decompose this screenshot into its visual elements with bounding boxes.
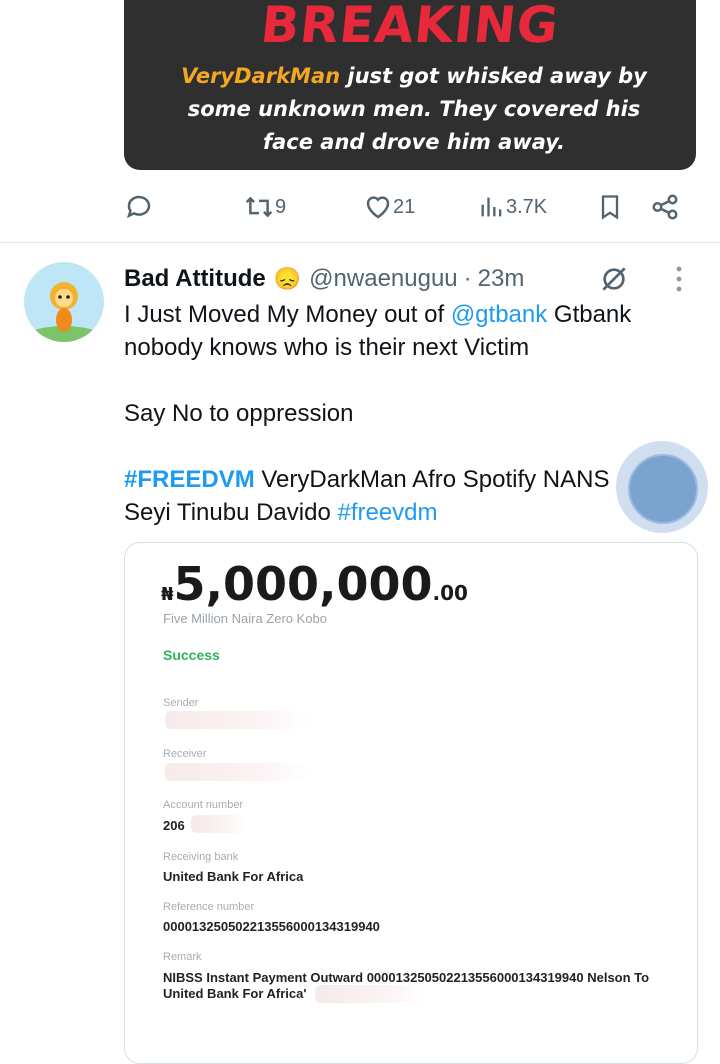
tweet-text-1b: Gtbank [547, 301, 632, 328]
remark-label: Remark [163, 951, 202, 963]
grok-icon [602, 267, 626, 291]
breaking-line1: just got whisked away by [340, 64, 647, 88]
sad-face-emoji: 😞 [273, 266, 302, 291]
tweet-text-2: nobody knows who is their next Victim [124, 334, 530, 361]
author-name[interactable]: Bad Attitude [124, 265, 266, 293]
reference-label: Reference number [163, 901, 255, 913]
receiver-label: Receiver [163, 748, 207, 760]
share-icon [652, 194, 678, 220]
reply-icon [126, 195, 151, 219]
tweet-divider [0, 242, 720, 243]
receipt-image[interactable]: ₦5,000,000.00 Five Million Naira Zero Ko… [124, 542, 698, 1064]
bookmark-button[interactable] [596, 190, 624, 224]
account-label: Account number [163, 799, 244, 811]
views-button[interactable]: 3.7K [478, 190, 547, 224]
account-redacted [191, 815, 247, 833]
tweet-text: I Just Moved My Money out of @gtbank Gtb… [124, 298, 684, 529]
bank-label: Receiving bank [163, 851, 239, 863]
repost-count: 9 [275, 195, 287, 218]
receiver-redacted [165, 763, 309, 781]
repost-icon [245, 196, 273, 218]
hashtag-link-1[interactable]: #FREEDVM [124, 466, 255, 493]
currency-symbol: ₦ [161, 584, 174, 605]
hashtag-link-2[interactable]: #freevdm [337, 499, 437, 526]
breaking-line2: some unknown men. They covered his [187, 97, 641, 121]
mention-link[interactable]: @gtbank [451, 301, 547, 328]
status-text: Success [163, 647, 220, 663]
heart-icon [366, 196, 390, 219]
amount-in-words: Five Million Naira Zero Kobo [163, 611, 328, 626]
author-handle[interactable]: @nwaenuguu [309, 265, 457, 293]
remark-line1: NIBSS Instant Payment Outward 0000132505… [163, 970, 650, 985]
sender-label: Sender [163, 697, 199, 709]
dot-separator: · [463, 265, 472, 292]
bank-value: United Bank For Africa [163, 869, 304, 884]
share-button[interactable] [650, 190, 680, 224]
tweet-text-para2: Say No to oppression [124, 400, 354, 427]
touch-indicator-core [628, 454, 698, 524]
tweet-time[interactable]: 23m [478, 265, 525, 293]
tweet-text-para3: VeryDarkMan Afro Spotify NANS [254, 466, 610, 493]
view-count: 3.7K [506, 195, 548, 218]
breaking-headline: BREAKING [258, 0, 562, 54]
sender-redacted [165, 711, 309, 729]
grok-button[interactable] [598, 263, 630, 300]
breaking-highlight: VeryDarkMan [181, 64, 341, 88]
reply-button[interactable] [124, 190, 154, 224]
repost-button[interactable]: 9 [243, 190, 286, 224]
avatar[interactable] [24, 262, 104, 342]
account-value: 206 [163, 818, 185, 833]
like-button[interactable]: 21 [363, 190, 415, 224]
breaking-news-image[interactable]: BREAKING VeryDarkMan just got whisked aw… [124, 0, 696, 170]
more-vertical-icon [676, 266, 682, 292]
remark-redacted [315, 985, 425, 1003]
breaking-body-text: VeryDarkMan just got whisked away by som… [154, 60, 674, 159]
views-icon [481, 197, 502, 217]
tweet-text-1a: I Just Moved My Money out of [124, 301, 451, 328]
tweet-text-para3-line2: Seyi Tinubu Davido [124, 499, 338, 526]
tweet-header: Bad Attitude 😞 @nwaenuguu · 23m [124, 262, 524, 296]
reference-value: 000013250502213556000134319940 [163, 919, 380, 934]
amount-decimal: .00 [432, 581, 468, 605]
like-count: 21 [393, 195, 416, 218]
bookmark-icon [601, 195, 619, 220]
more-options-button[interactable] [669, 265, 689, 300]
transfer-amount: ₦5,000,000.00 [161, 557, 468, 611]
breaking-line3: face and drove him away. [262, 130, 565, 154]
amount-value: 5,000,000 [173, 557, 433, 611]
remark-line2: United Bank For Africa' [163, 986, 307, 1001]
